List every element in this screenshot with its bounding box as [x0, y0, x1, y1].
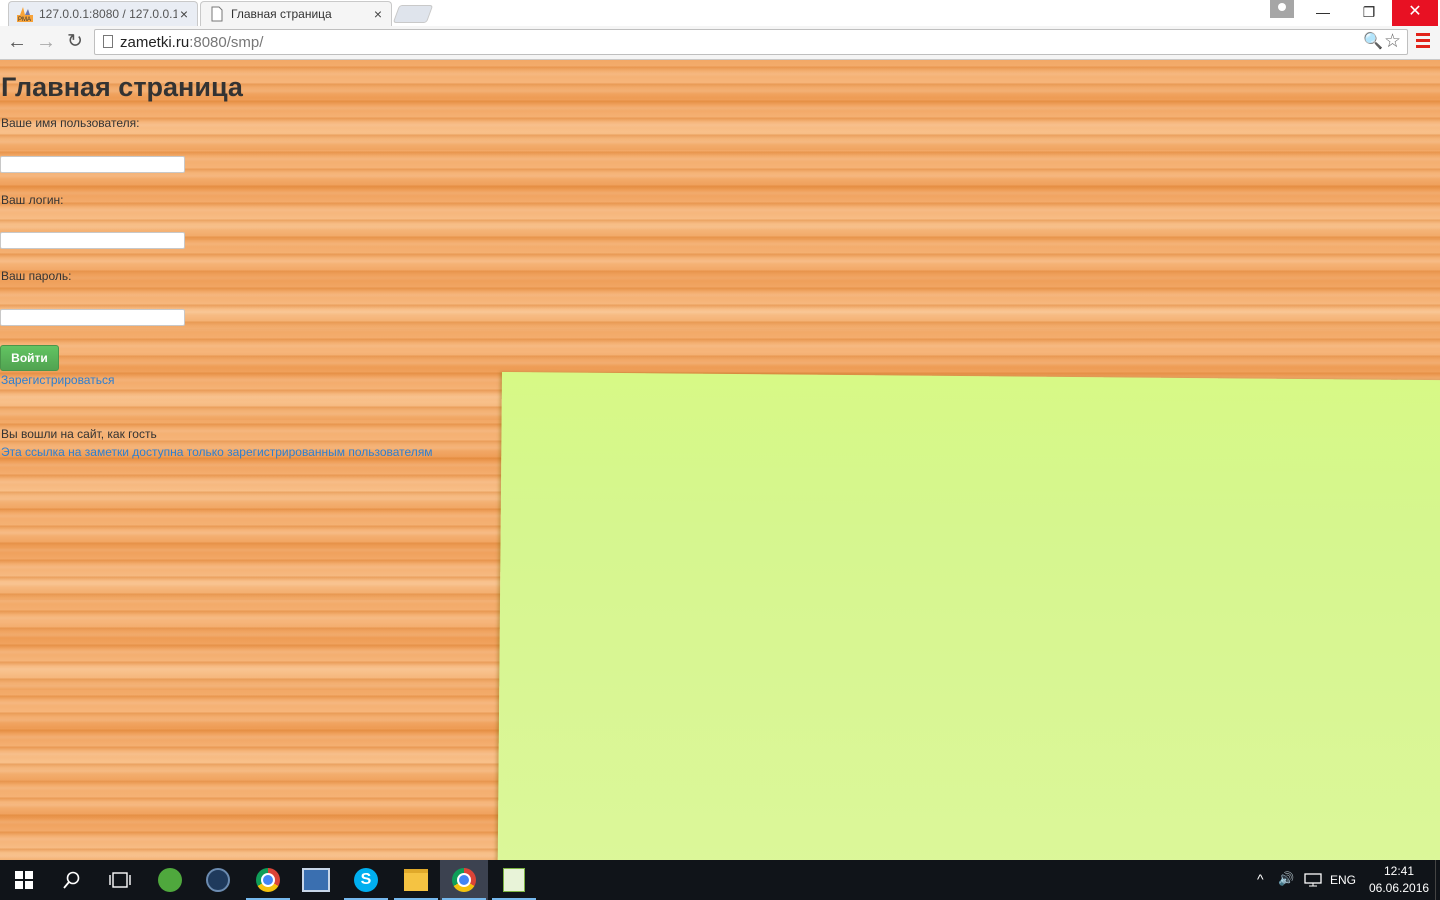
file-explorer-icon	[404, 869, 428, 891]
notepad-plus-icon	[503, 868, 525, 892]
page-icon	[209, 6, 225, 22]
notes-link[interactable]: Эта ссылка на заметки доступна только за…	[1, 445, 433, 459]
task-view-button[interactable]	[96, 860, 144, 900]
username-input[interactable]	[0, 156, 185, 173]
forward-arrow-icon[interactable]: →	[34, 30, 58, 54]
taskbar-notepad-plus[interactable]	[490, 860, 538, 900]
username-label: Ваше имя пользователя:	[1, 116, 140, 130]
taskbar: S ^ 🔊 ENG 12:41 06.06.2016	[0, 860, 1440, 900]
back-arrow-icon[interactable]: ←	[5, 30, 29, 54]
url-path: :8080/smp/	[189, 34, 264, 51]
taskbar-skype[interactable]: S	[342, 860, 390, 900]
url-host: zametki.ru	[120, 34, 190, 51]
skype-icon: S	[354, 868, 378, 892]
tab-phpmyadmin[interactable]: PMA 127.0.0.1:8080 / 127.0.0.1 ×	[8, 1, 198, 26]
page-viewport: Главная страница Ваше имя пользователя: …	[0, 60, 1440, 860]
browser-titlebar: PMA 127.0.0.1:8080 / 127.0.0.1 × Главная…	[0, 0, 1440, 26]
minimize-button[interactable]: —	[1300, 0, 1346, 26]
network-icon[interactable]	[1304, 873, 1322, 887]
login-button[interactable]: Войти	[0, 345, 59, 371]
chrome-icon	[256, 868, 280, 892]
taskbar-steam[interactable]	[194, 860, 242, 900]
tab-title: 127.0.0.1:8080 / 127.0.0.1	[39, 7, 177, 21]
task-view-icon	[109, 872, 131, 888]
taskbar-utorrent[interactable]	[146, 860, 194, 900]
show-desktop-button[interactable]	[1435, 860, 1440, 900]
language-indicator[interactable]: ENG	[1330, 873, 1356, 887]
clock-time[interactable]: 12:41	[1384, 864, 1414, 878]
tab-title: Главная страница	[231, 7, 332, 21]
windows-logo-icon	[15, 871, 33, 889]
taskbar-file-explorer[interactable]	[392, 860, 440, 900]
chrome-icon	[452, 868, 476, 892]
page-info-icon[interactable]	[103, 35, 113, 48]
phpmyadmin-icon: PMA	[17, 6, 33, 23]
taskbar-remote-desktop[interactable]	[292, 860, 340, 900]
volume-icon[interactable]: 🔊	[1278, 871, 1294, 887]
browser-toolbar: ← → ↻ zametki.ru:8080/smp/ 🔍 ☆	[0, 26, 1440, 60]
page-title: Главная страница	[1, 72, 243, 102]
maximize-button[interactable]: ❐	[1346, 0, 1392, 26]
steam-icon	[206, 868, 230, 892]
zoom-icon[interactable]: 🔍	[1363, 31, 1383, 51]
svg-text:PMA: PMA	[18, 17, 31, 22]
address-bar[interactable]: zametki.ru:8080/smp/ 🔍 ☆	[94, 29, 1408, 55]
password-input[interactable]	[0, 309, 185, 326]
url-text[interactable]: zametki.ru:8080/smp/	[120, 34, 263, 51]
login-label: Ваш логин:	[1, 193, 64, 207]
profile-icon[interactable]	[1270, 0, 1294, 18]
guest-status-text: Вы вошли на сайт, как гость	[1, 427, 157, 441]
remote-desktop-icon	[302, 868, 330, 892]
close-window-button[interactable]: ✕	[1392, 0, 1438, 26]
tab-close-icon[interactable]: ×	[177, 6, 191, 22]
register-link[interactable]: Зарегистрироваться	[1, 373, 114, 387]
taskbar-chrome-2[interactable]	[440, 860, 488, 900]
tab-close-icon[interactable]: ×	[371, 6, 385, 22]
new-tab-button[interactable]	[392, 5, 434, 23]
tray-chevron-icon[interactable]: ^	[1257, 871, 1264, 887]
start-button[interactable]	[0, 860, 48, 900]
login-input[interactable]	[0, 232, 185, 249]
utorrent-icon	[158, 868, 182, 892]
background-sticky-note	[497, 372, 1440, 860]
clock-date[interactable]: 06.06.2016	[1369, 881, 1429, 895]
password-label: Ваш пароль:	[1, 269, 72, 283]
search-icon	[63, 871, 80, 889]
tab-main-page[interactable]: Главная страница ×	[200, 1, 392, 26]
search-button[interactable]	[48, 860, 96, 900]
bookmark-star-icon[interactable]: ☆	[1384, 30, 1401, 53]
chrome-menu-icon[interactable]	[1416, 33, 1430, 49]
taskbar-chrome-1[interactable]	[244, 860, 292, 900]
reload-icon[interactable]: ↻	[63, 30, 87, 54]
